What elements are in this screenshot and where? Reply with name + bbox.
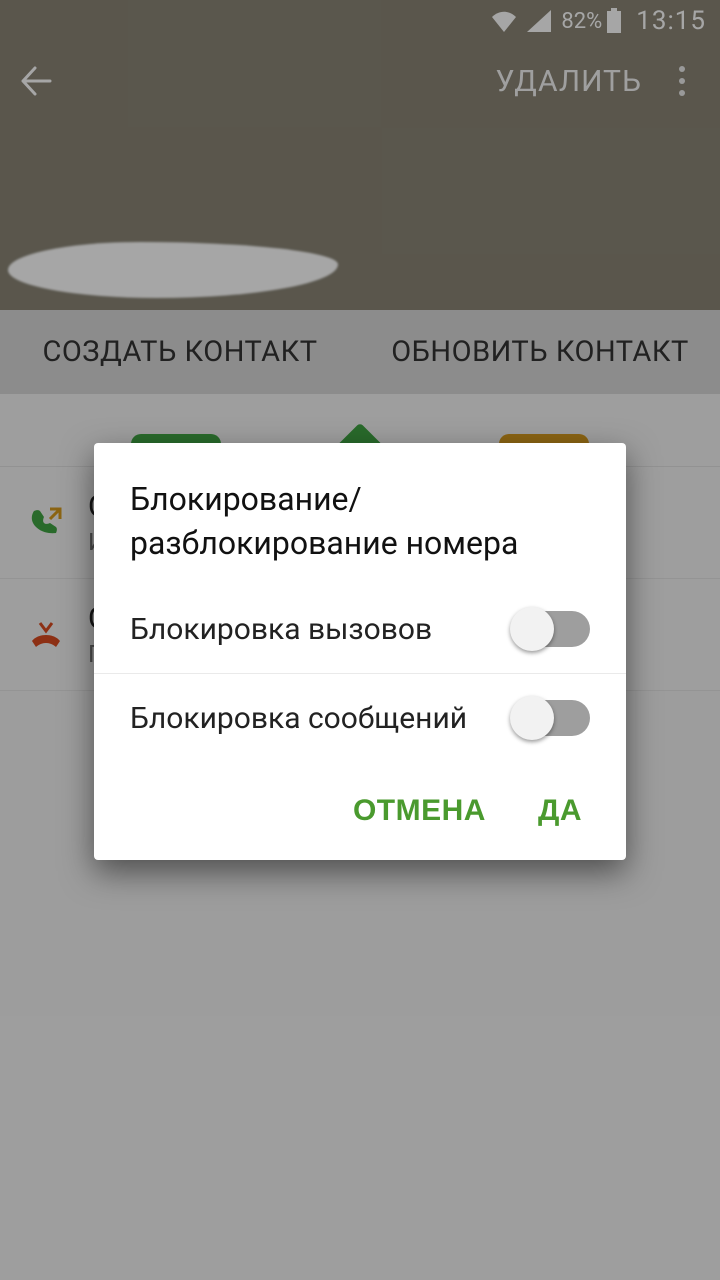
option-block-messages[interactable]: Блокировка сообщений: [94, 674, 626, 762]
toggle-knob: [510, 607, 554, 651]
block-calls-toggle[interactable]: [512, 611, 590, 647]
cancel-button[interactable]: ОТМЕНА: [347, 786, 492, 836]
option-block-messages-label: Блокировка сообщений: [130, 701, 467, 736]
toggle-knob: [510, 696, 554, 740]
block-number-dialog: Блокирование/разблокирование номера Блок…: [94, 443, 626, 860]
block-messages-toggle[interactable]: [512, 700, 590, 736]
option-block-calls[interactable]: Блокировка вызовов: [94, 585, 626, 673]
dialog-actions: ОТМЕНА ДА: [94, 762, 626, 846]
option-block-calls-label: Блокировка вызовов: [130, 612, 432, 647]
dialog-title: Блокирование/разблокирование номера: [94, 477, 626, 585]
ok-button[interactable]: ДА: [532, 786, 588, 836]
